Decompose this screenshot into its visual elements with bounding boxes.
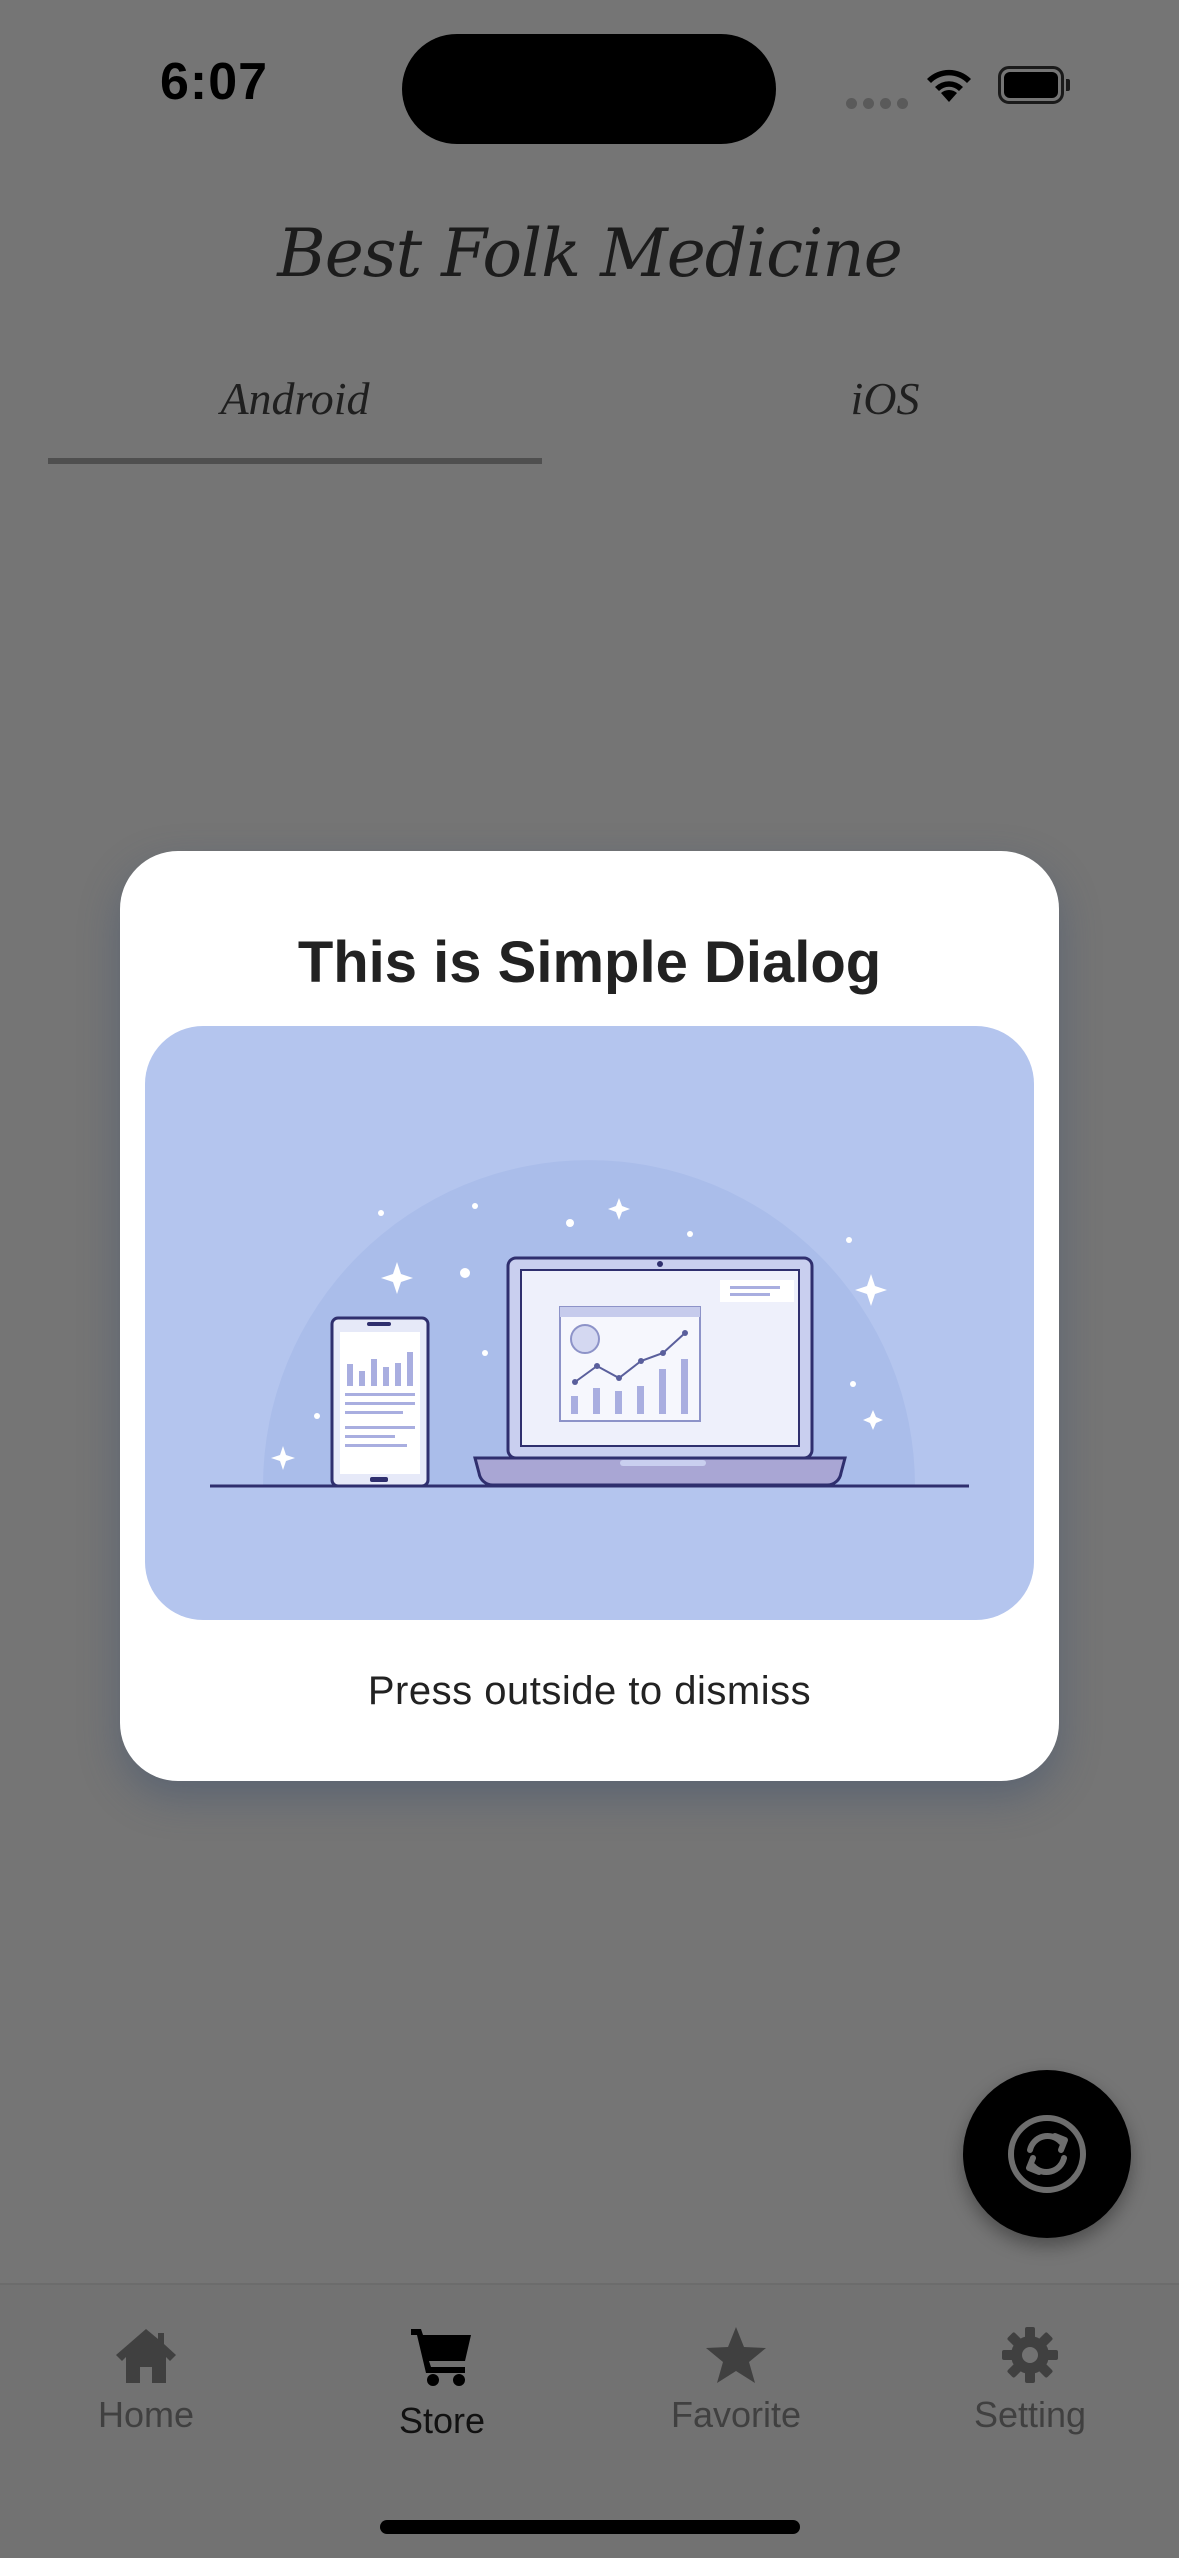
dynamic-island bbox=[402, 34, 776, 144]
signal-icon bbox=[846, 96, 914, 114]
battery-icon bbox=[998, 66, 1070, 104]
app-title: Best Folk Medicine bbox=[277, 215, 903, 292]
tab-android[interactable]: Android bbox=[48, 372, 542, 425]
status-time: 6:07 bbox=[160, 53, 269, 111]
star-icon bbox=[706, 2327, 766, 2383]
nav-store[interactable]: Store bbox=[322, 2325, 562, 2442]
nav-favorite-label: Favorite bbox=[670, 2394, 802, 2435]
dialog-title: This is Simple Dialog bbox=[297, 930, 882, 995]
tab-active-indicator bbox=[48, 458, 542, 464]
platform-tabs: Android iOS bbox=[0, 360, 1179, 470]
nav-home-label: Home bbox=[97, 2394, 195, 2435]
sync-icon bbox=[1008, 2115, 1086, 2193]
home-indicator[interactable] bbox=[380, 2520, 800, 2534]
status-bar: 6:07 bbox=[0, 0, 1179, 170]
cart-icon bbox=[411, 2329, 471, 2386]
tab-ios[interactable]: iOS bbox=[640, 372, 1130, 425]
simple-dialog[interactable]: This is Simple Dialog Press outside to d… bbox=[120, 851, 1059, 1781]
sync-fab-button[interactable] bbox=[963, 2070, 1131, 2238]
devices-analytics-illustration bbox=[145, 1026, 1034, 1620]
wifi-icon bbox=[922, 62, 976, 109]
nav-store-label: Store bbox=[398, 2400, 486, 2441]
nav-setting-label: Setting bbox=[973, 2394, 1087, 2435]
dialog-dismiss-hint: Press outside to dismiss bbox=[367, 1669, 812, 1713]
nav-favorite[interactable]: Favorite bbox=[616, 2325, 856, 2436]
nav-home[interactable]: Home bbox=[26, 2325, 266, 2436]
home-icon bbox=[116, 2329, 176, 2383]
nav-setting[interactable]: Setting bbox=[910, 2325, 1150, 2436]
bottom-navigation: Home Store Favorite Setting bbox=[0, 2283, 1179, 2558]
gear-icon bbox=[1002, 2327, 1058, 2383]
